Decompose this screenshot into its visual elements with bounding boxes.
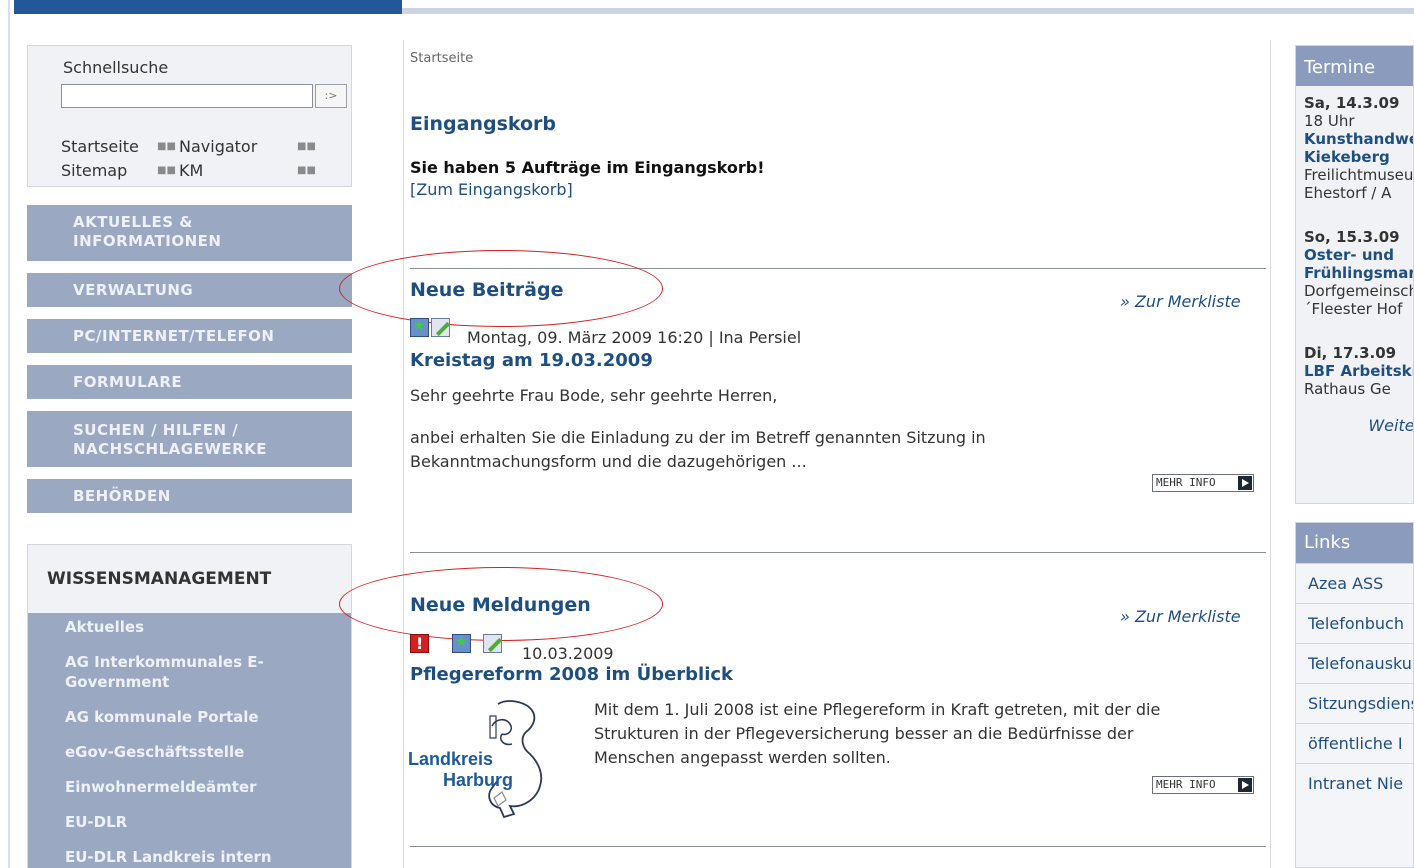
wissensmanagement-list: Aktuelles AG Interkommunales E- Governmen… bbox=[28, 613, 351, 868]
landkreis-harburg-logo: Landkreis Harburg bbox=[408, 700, 543, 818]
news-merkliste-link[interactable]: » Zur Merkliste bbox=[1120, 607, 1241, 626]
quicksearch-title: Schnellsuche bbox=[63, 58, 169, 77]
nav-formulare[interactable]: FORMULARE bbox=[27, 365, 352, 399]
post-line-1: Sehr geehrte Frau Bode, sehr geehrte Her… bbox=[410, 386, 778, 405]
bullet-icon: ■■ bbox=[297, 141, 316, 152]
posts-title: Neue Beiträge bbox=[410, 279, 564, 301]
bullet-icon: ■■ bbox=[157, 165, 176, 176]
termin-entry: Di, 17.3.09 LBF Arbeitskreis Rathaus Ge bbox=[1304, 344, 1413, 398]
logo-line-2: Harburg bbox=[443, 770, 513, 790]
link-item[interactable]: Azea ASS bbox=[1296, 563, 1413, 603]
wm-item-egov[interactable]: eGov-Geschäftsstelle bbox=[28, 742, 351, 762]
quicksearch-input[interactable] bbox=[61, 84, 313, 108]
inbox-message: Sie haben 5 Aufträge im Eingangskorb! bbox=[410, 158, 765, 177]
news-date: 10.03.2009 bbox=[522, 644, 614, 663]
link-item[interactable]: Intranet Nie bbox=[1296, 763, 1413, 803]
news-title: Neue Meldungen bbox=[410, 594, 591, 616]
nav-pc-internet-telefon[interactable]: PC/INTERNET/TELEFON bbox=[27, 319, 352, 353]
termine-title: Termine bbox=[1296, 46, 1413, 86]
news-more-button[interactable]: MEHR INFO bbox=[1152, 776, 1254, 794]
edit-icon bbox=[483, 634, 502, 653]
termine-more-link[interactable]: Weitere bbox=[1296, 416, 1413, 435]
post-title[interactable]: Kreistag am 19.03.2009 bbox=[410, 350, 653, 371]
post-line-3: Bekanntmachungsform und die dazugehörige… bbox=[410, 452, 807, 471]
inbox-link[interactable]: [Zum Eingangskorb] bbox=[410, 178, 573, 202]
wm-item-aktuelles[interactable]: Aktuelles bbox=[28, 617, 351, 637]
wm-item-eu-dlr-intern[interactable]: EU-DLR Landkreis intern bbox=[28, 847, 351, 867]
link-item[interactable]: Telefonauskunft bbox=[1296, 643, 1413, 683]
wm-item-ag-interkommunales[interactable]: AG Interkommunales E- Government bbox=[28, 652, 351, 692]
inbox-title: Eingangskorb bbox=[410, 113, 557, 135]
termin-entry: Sa, 14.3.09 18 Uhr Kunsthandwerk Kiekebe… bbox=[1304, 94, 1414, 202]
content-border-right bbox=[1270, 40, 1271, 868]
divider bbox=[410, 846, 1266, 847]
post-line-2: anbei erhalten Sie die Einladung zu der … bbox=[410, 428, 986, 447]
wm-item-eu-dlr[interactable]: EU-DLR bbox=[28, 812, 351, 832]
content-border-left bbox=[403, 40, 404, 868]
edit-icon bbox=[431, 318, 450, 337]
divider bbox=[410, 552, 1266, 553]
bullet-icon: ■■ bbox=[157, 141, 176, 152]
logo-line-1: Landkreis bbox=[408, 749, 493, 769]
termin-link[interactable]: LBF Arbeitskreis bbox=[1304, 362, 1413, 380]
termine-box: Termine Sa, 14.3.09 18 Uhr Kunsthandwerk… bbox=[1295, 45, 1414, 504]
quicksearch-go-button[interactable]: :> bbox=[315, 84, 347, 108]
new-post-icon bbox=[410, 318, 429, 337]
link-item[interactable]: Telefonbuch bbox=[1296, 603, 1413, 643]
nav-verwaltung[interactable]: VERWALTUNG bbox=[27, 273, 352, 307]
link-item[interactable]: öffentliche I bbox=[1296, 723, 1413, 763]
termin-link[interactable]: Oster- und bbox=[1304, 246, 1413, 264]
bullet-icon: ■■ bbox=[297, 165, 316, 176]
link-item[interactable]: Sitzungsdienst bbox=[1296, 683, 1413, 723]
wm-item-einwohnermeldeaemter[interactable]: Einwohnermeldeämter bbox=[28, 777, 351, 797]
wissensmanagement-title: WISSENSMANAGEMENT bbox=[28, 545, 351, 613]
quicksearch-box: Schnellsuche :> Startseite ■■ Navigator … bbox=[27, 45, 352, 187]
quicklink-startseite[interactable]: Startseite bbox=[61, 135, 157, 159]
top-banner-right bbox=[402, 8, 1414, 14]
news-line-3: Menschen angepasst werden sollten. bbox=[594, 748, 891, 767]
post-more-button[interactable]: MEHR INFO bbox=[1152, 474, 1254, 492]
quicklink-navigator[interactable]: Navigator bbox=[179, 135, 297, 159]
arrow-right-icon bbox=[1238, 778, 1252, 792]
termin-entry: So, 15.3.09 Oster- und Frühlingsmarkt Do… bbox=[1296, 202, 1413, 318]
breadcrumb[interactable]: Startseite bbox=[410, 51, 473, 66]
quicklinks: Startseite ■■ Navigator ■■ Sitemap ■■ KM… bbox=[61, 135, 351, 183]
quicklink-sitemap[interactable]: Sitemap bbox=[61, 159, 157, 183]
post-meta: Montag, 09. März 2009 16:20 | Ina Persie… bbox=[467, 328, 802, 347]
news-line-2: Strukturen in der Pflegeversicherung bes… bbox=[594, 724, 1134, 743]
top-banner-left bbox=[14, 0, 402, 14]
news-item-title[interactable]: Pflegereform 2008 im Überblick bbox=[410, 664, 733, 685]
termin-link[interactable]: Kunsthandwerk bbox=[1304, 130, 1413, 148]
new-post-icon bbox=[452, 634, 471, 653]
wm-item-ag-kommunale-portale[interactable]: AG kommunale Portale bbox=[28, 707, 351, 727]
links-title: Links bbox=[1296, 523, 1413, 563]
nav-suchen-hilfen[interactable]: SUCHEN / HILFEN / NACHSCHLAGEWERKE bbox=[27, 411, 352, 467]
news-line-1: Mit dem 1. Juli 2008 ist eine Pflegerefo… bbox=[594, 700, 1161, 719]
arrow-right-icon bbox=[1238, 476, 1252, 490]
posts-merkliste-link[interactable]: » Zur Merkliste bbox=[1120, 292, 1241, 311]
nav-aktuelles[interactable]: AKTUELLES & INFORMATIONEN bbox=[27, 205, 352, 261]
wissensmanagement-box: WISSENSMANAGEMENT Aktuelles AG Interkomm… bbox=[27, 544, 352, 868]
nav-behoerden[interactable]: BEHÖRDEN bbox=[27, 479, 352, 513]
termin-link[interactable]: Frühlingsmarkt bbox=[1304, 264, 1413, 282]
quicklink-km[interactable]: KM bbox=[179, 159, 297, 183]
links-box: Links Azea ASS Telefonbuch Telefonauskun… bbox=[1295, 522, 1414, 868]
left-edge bbox=[0, 0, 10, 868]
termin-link[interactable]: Kiekeberg bbox=[1304, 148, 1413, 166]
alert-icon bbox=[410, 634, 429, 653]
top-banner bbox=[0, 0, 1414, 14]
